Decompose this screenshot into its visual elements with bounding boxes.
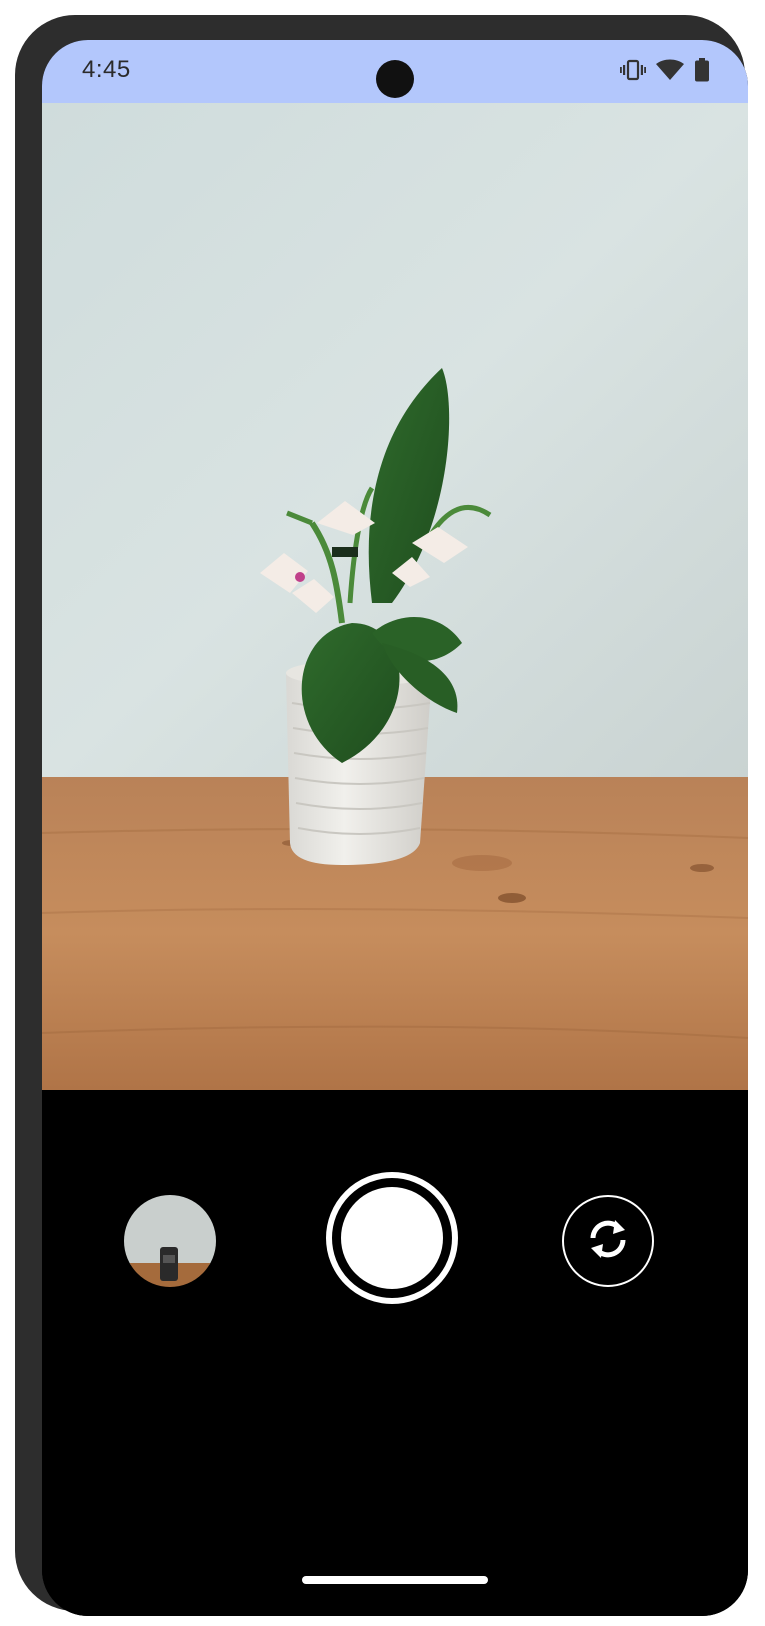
shutter-button-inner [341, 1187, 443, 1289]
flip-camera-icon [581, 1212, 635, 1271]
wifi-icon [656, 59, 684, 81]
screen: 4:45 [42, 40, 748, 1616]
camera-viewfinder[interactable] [42, 103, 748, 1090]
status-bar: 4:45 [42, 40, 748, 103]
battery-icon [694, 58, 710, 82]
flip-camera-button[interactable] [562, 1195, 654, 1287]
vibrate-icon [620, 59, 646, 81]
device-frame: 4:45 [15, 15, 748, 1616]
camera-controls [42, 1090, 748, 1616]
shutter-button[interactable] [326, 1172, 458, 1304]
home-indicator[interactable] [302, 1576, 488, 1584]
front-camera-cutout [376, 60, 414, 98]
status-icons [620, 58, 710, 82]
gallery-thumbnail[interactable] [124, 1195, 216, 1287]
thumbnail-image [124, 1195, 216, 1287]
camera-preview-image [42, 103, 748, 1090]
status-time: 4:45 [82, 56, 131, 83]
